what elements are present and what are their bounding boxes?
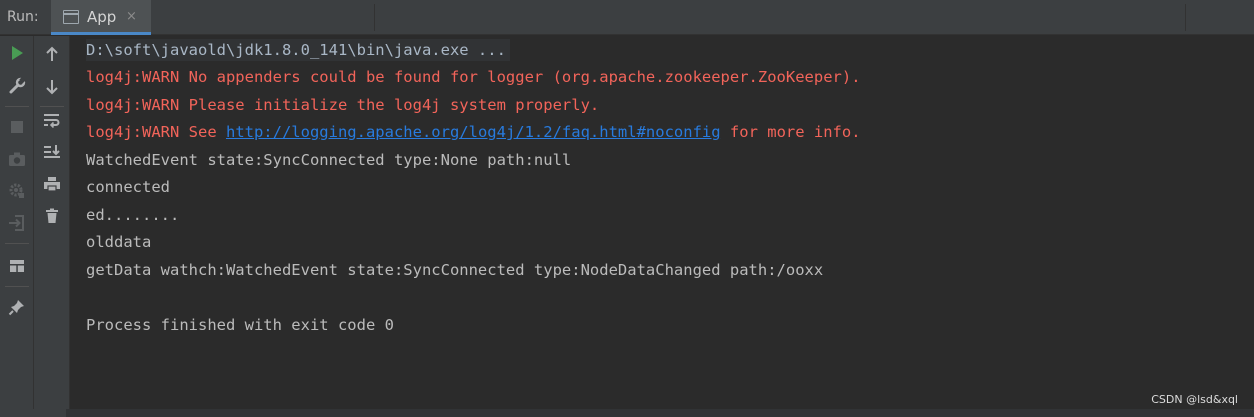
horizontal-scrollbar[interactable] [0,409,1254,417]
pin-icon [8,300,24,316]
print-icon [44,177,60,192]
gear-button[interactable] [5,179,29,203]
rerun-button[interactable] [5,41,29,65]
login-icon [9,215,24,231]
settings-button[interactable] [5,74,29,98]
console-output-line: getData wathch:WatchedEvent state:SyncCo… [86,261,824,279]
print-button[interactable] [40,172,64,196]
console-output-line: connected [86,178,170,196]
gear-icon [9,183,24,198]
layout-button[interactable] [5,254,29,278]
console-warn-line: log4j:WARN See http://logging.apache.org… [86,121,861,143]
stop-button[interactable] [5,115,29,139]
application-window-icon [63,10,79,24]
header-divider [1185,4,1186,31]
warn-text: log4j:WARN See [86,123,226,141]
thread-dump-button[interactable] [5,147,29,171]
scroll-to-end-icon [44,145,60,158]
console-output-line: WatchedEvent state:SyncConnected type:No… [86,151,572,169]
toolbar-divider [5,286,29,287]
pin-button[interactable] [5,295,29,319]
tab-label: App [87,8,117,26]
warn-text: for more info. [720,123,861,141]
stop-icon [11,121,23,133]
header-divider [374,4,375,31]
console-output-line: ed........ [86,206,180,224]
close-icon[interactable]: × [126,10,137,24]
arrow-up-icon [46,46,58,61]
wrench-icon [9,77,26,94]
run-toolbar-primary [0,36,34,409]
watermark: CSDN @lsd&xql [1151,393,1238,406]
console-output-line: olddata [86,233,152,251]
scroll-down-button[interactable] [40,75,64,99]
soft-wrap-button[interactable] [40,108,64,132]
clear-all-button[interactable] [40,204,64,228]
run-label: Run: [7,9,39,25]
console-warn-line: log4j:WARN No appenders could be found f… [86,68,861,86]
console-command-line[interactable]: D:\soft\javaold\jdk1.8.0_141\bin\java.ex… [86,39,510,61]
faq-link[interactable]: http://logging.apache.org/log4j/1.2/faq.… [226,123,721,141]
camera-icon [9,152,25,166]
console-warn-line: log4j:WARN Please initialize the log4j s… [86,96,600,114]
run-tool-window-header: Run: App × [0,0,1254,35]
toolbar-divider [5,243,29,244]
toolbar-divider [40,106,64,107]
arrow-down-icon [46,80,58,95]
console-exit-line: Process finished with exit code 0 [86,316,394,334]
run-toolbar-secondary [34,36,70,409]
restore-layout-button[interactable] [5,211,29,235]
tab-active-indicator [51,32,151,35]
toolbar-divider [5,106,29,107]
tab-app[interactable]: App × [51,0,151,35]
trash-icon [46,208,58,223]
play-icon [12,46,23,60]
console-output[interactable]: D:\soft\javaold\jdk1.8.0_141\bin\java.ex… [71,36,1254,409]
scroll-to-end-button[interactable] [40,140,64,164]
soft-wrap-icon [44,114,60,128]
scroll-up-button[interactable] [40,42,64,66]
scrollbar-track[interactable] [66,409,1254,417]
layout-icon [10,260,24,273]
